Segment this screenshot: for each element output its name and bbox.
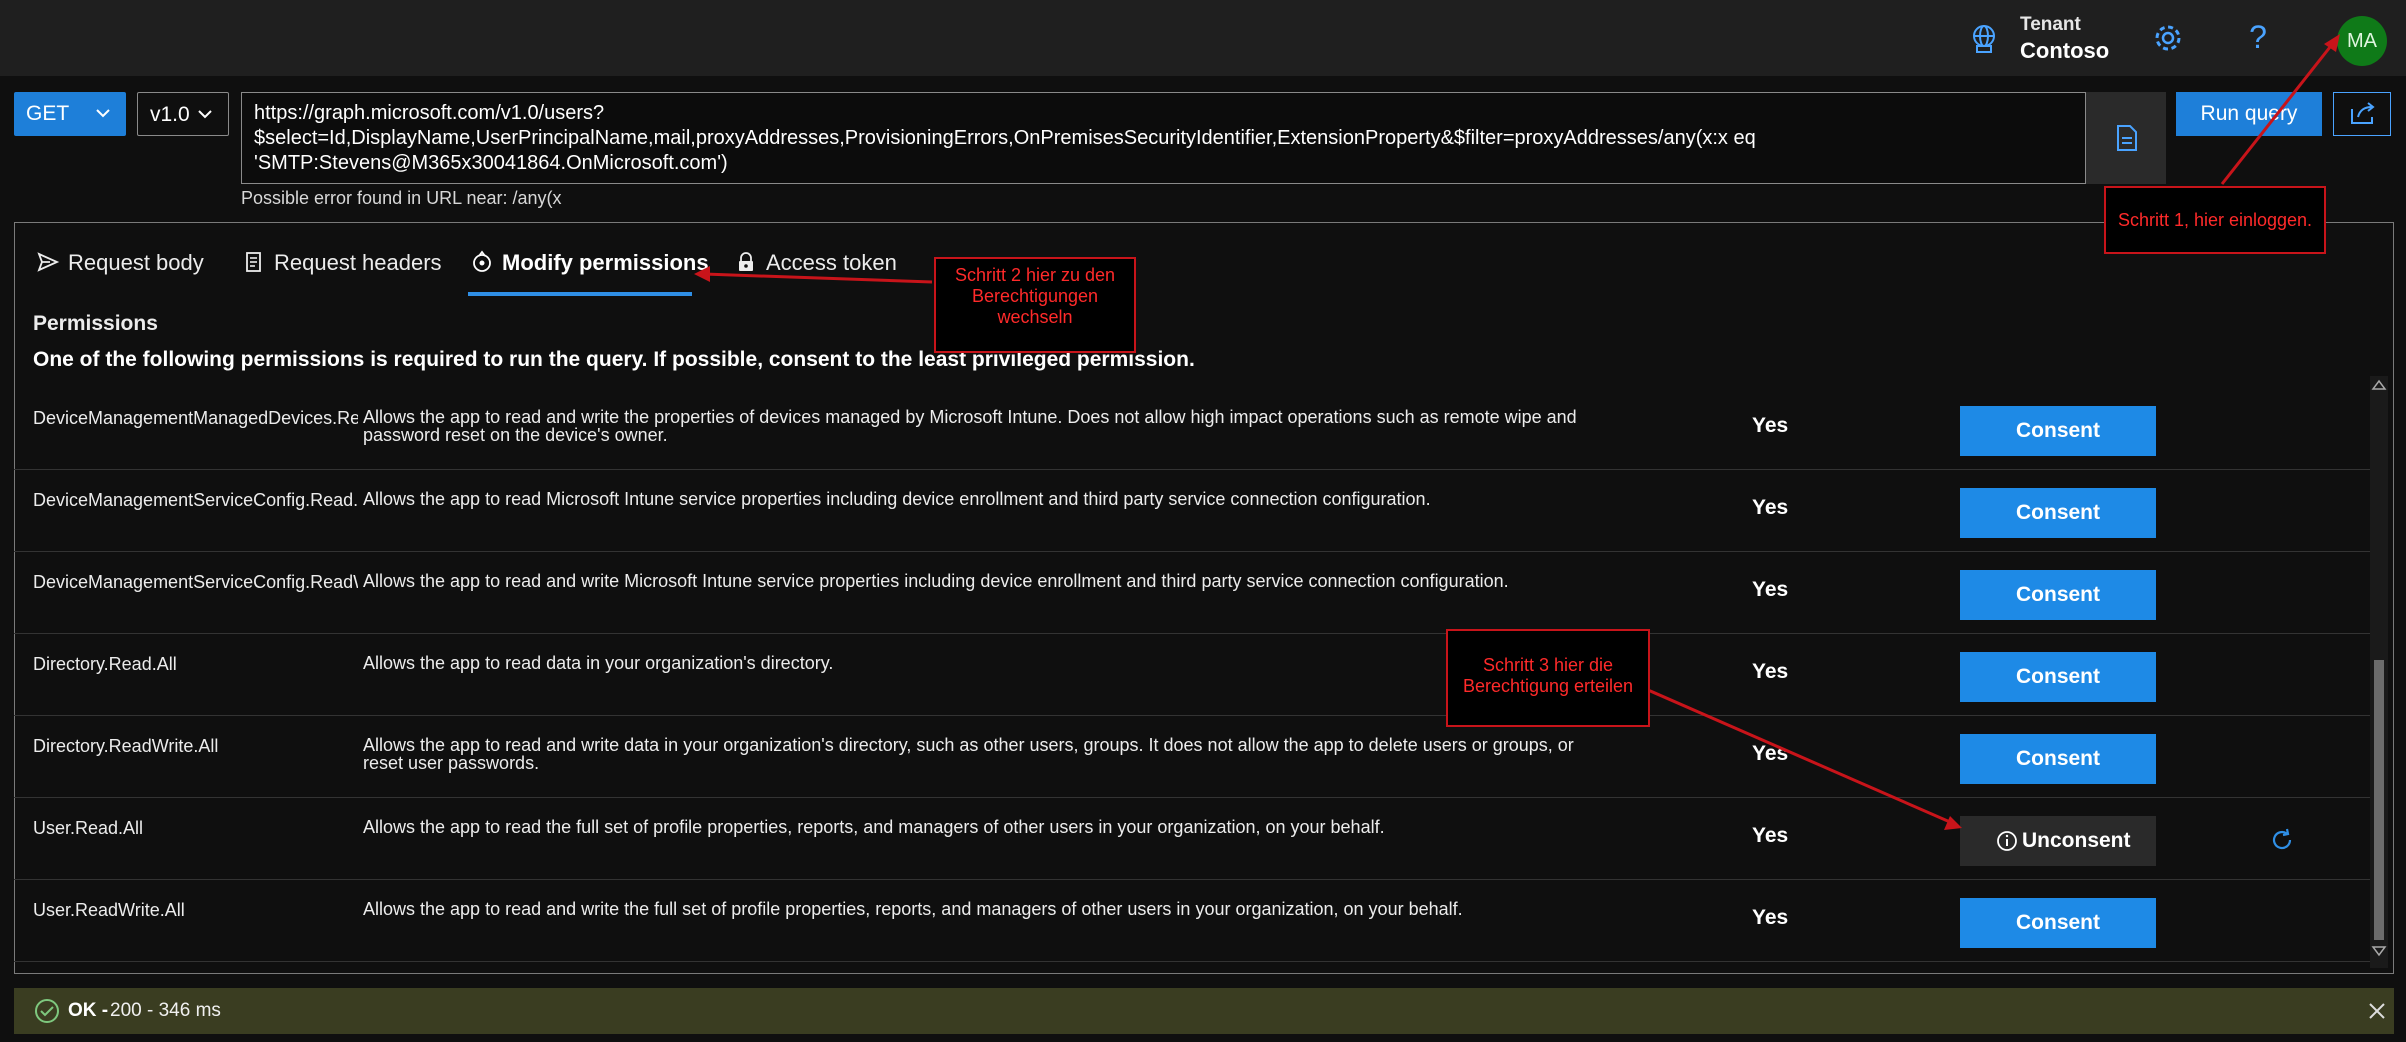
permission-row: User.Read.All Allows the app to read the… [14, 798, 2374, 880]
tab-label: Modify permissions [502, 250, 709, 275]
tenant-name[interactable]: Contoso [2020, 38, 2109, 64]
tab-modify-permissions[interactable]: Modify permissions [470, 248, 709, 292]
chevron-down-icon [196, 105, 214, 123]
consent-button[interactable]: Consent [1960, 488, 2156, 538]
permission-row: User.ReadWrite.All Allows the app to rea… [14, 880, 2374, 962]
permission-name: User.Read.All [33, 818, 144, 838]
permission-description: Allows the app to read and write data in… [363, 735, 1574, 773]
share-icon[interactable] [2333, 92, 2391, 136]
permission-description: Allows the app to read and write the pro… [363, 407, 1577, 445]
method-select[interactable]: GET [14, 92, 126, 136]
permission-name: Directory.ReadWrite.All [33, 736, 219, 756]
refresh-icon[interactable] [2268, 826, 2296, 854]
admin-consent-required: Yes [1752, 578, 1789, 601]
url-error-hint: Possible error found in URL near: /any(x [241, 188, 562, 208]
chevron-down-icon [94, 104, 112, 122]
permission-description: Allows the app to read the full set of p… [363, 817, 1385, 837]
permission-name: DeviceManagementManagedDevices.ReadWrite… [33, 408, 358, 428]
unconsent-label: Unconsent [2022, 829, 2131, 852]
status-ok: OK - [68, 1000, 109, 1021]
info-icon [1997, 831, 2017, 851]
version-label: v1.0 [150, 103, 190, 126]
permission-row: DeviceManagementManagedDevices.ReadWrite… [14, 388, 2374, 470]
annotation-step-3: Schritt 3 hier die Berechtigung erteilen [1446, 629, 1650, 727]
url-input[interactable]: https://graph.microsoft.com/v1.0/users? … [241, 92, 2086, 184]
admin-consent-required: Yes [1752, 824, 1789, 847]
admin-consent-required: Yes [1752, 496, 1789, 519]
consent-button[interactable]: Consent [1960, 570, 2156, 620]
admin-consent-required: Yes [1752, 660, 1789, 683]
permission-description: Allows the app to read Microsoft Intune … [363, 489, 1431, 509]
admin-consent-required: Yes [1752, 414, 1789, 437]
annotation-step-1: Schritt 1, hier einloggen. [2104, 186, 2326, 254]
method-label: GET [26, 102, 70, 125]
active-tab-indicator [468, 292, 692, 296]
admin-consent-required: Yes [1752, 906, 1789, 929]
tenant-icon[interactable] [1968, 22, 2000, 54]
permission-row: DeviceManagementServiceConfig.Read.All A… [14, 470, 2374, 552]
scroll-down-icon[interactable] [2371, 944, 2387, 958]
consent-button[interactable]: Consent [1960, 734, 2156, 784]
permission-row: Directory.Read.All Allows the app to rea… [14, 634, 2374, 716]
permission-row: DeviceManagementServiceConfig.ReadWrite.… [14, 552, 2374, 634]
help-icon[interactable]: ? [2240, 18, 2276, 56]
consent-button[interactable]: Consent [1960, 652, 2156, 702]
send-icon [37, 252, 60, 272]
tab-label: Request body [68, 250, 204, 275]
tab-label: Request headers [274, 250, 442, 275]
permissions-heading: Permissions [33, 312, 158, 335]
scrollbar-thumb[interactable] [2374, 660, 2384, 940]
tab-label: Access token [766, 250, 897, 275]
permission-name: User.ReadWrite.All [33, 900, 185, 920]
close-icon[interactable] [2366, 1000, 2388, 1022]
version-select[interactable]: v1.0 [137, 92, 229, 136]
gear-icon[interactable] [2150, 20, 2186, 56]
annotation-step-2: Schritt 2 hier zu den Berechtigungen wec… [934, 257, 1136, 353]
permission-icon [473, 250, 491, 272]
url-text[interactable]: https://graph.microsoft.com/v1.0/users? … [254, 101, 2054, 176]
permission-row: Directory.ReadWrite.All Allows the app t… [14, 716, 2374, 798]
permission-description: Allows the app to read data in your orga… [363, 653, 834, 673]
status-detail: 200 - 346 ms [110, 1000, 221, 1021]
avatar[interactable]: MA [2337, 16, 2387, 66]
tenant-label: Tenant [2020, 14, 2081, 35]
admin-consent-required: Yes [1752, 742, 1789, 765]
document-list-icon [246, 252, 261, 272]
permission-description: Allows the app to read and write Microso… [363, 571, 1509, 591]
permission-name: Directory.Read.All [33, 654, 177, 674]
scroll-up-icon[interactable] [2371, 378, 2387, 392]
permission-name: DeviceManagementServiceConfig.ReadWrite.… [33, 572, 358, 592]
run-query-button[interactable]: Run query [2176, 92, 2322, 136]
lock-icon [739, 252, 753, 271]
unconsent-button[interactable]: Unconsent [1960, 816, 2156, 866]
permission-name: DeviceManagementServiceConfig.Read.All [33, 490, 358, 510]
success-check-icon [34, 998, 60, 1024]
tab-request-headers[interactable]: Request headers [242, 248, 462, 292]
permission-description: Allows the app to read and write the ful… [363, 899, 1463, 919]
status-bar: OK - 200 - 346 ms [14, 988, 2394, 1034]
consent-button[interactable]: Consent [1960, 898, 2156, 948]
consent-button[interactable]: Consent [1960, 406, 2156, 456]
document-icon[interactable] [2086, 92, 2166, 184]
tab-request-body[interactable]: Request body [36, 248, 216, 292]
tab-access-token[interactable]: Access token [734, 248, 904, 292]
